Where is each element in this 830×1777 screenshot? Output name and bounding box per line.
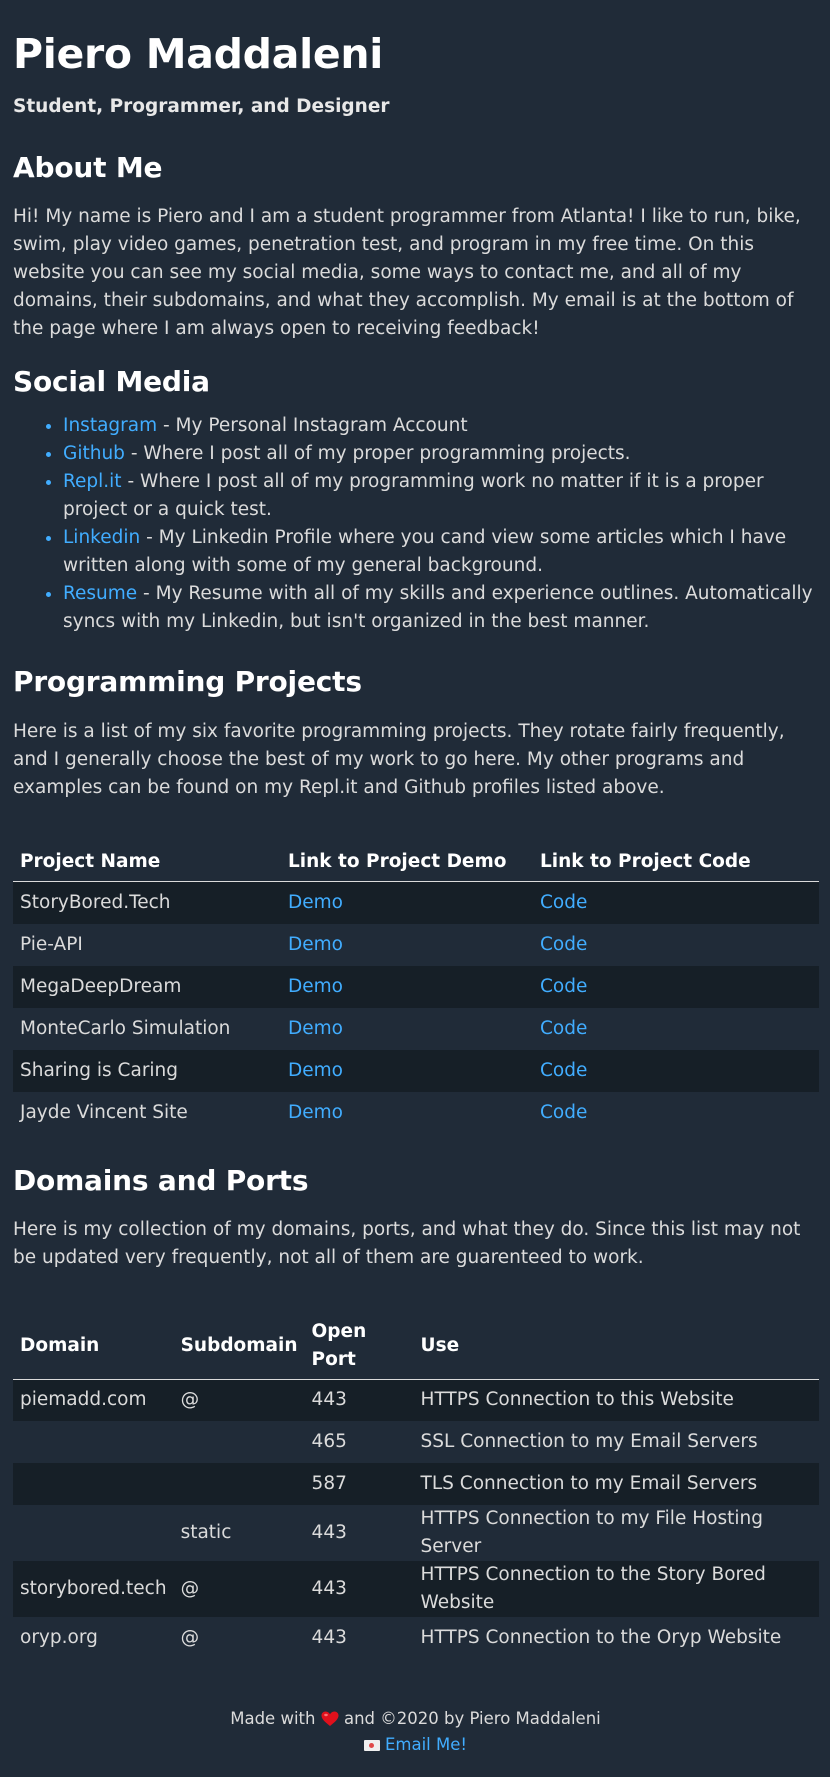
domain-cell — [13, 1421, 174, 1463]
github-link[interactable]: Github — [63, 443, 125, 464]
page-tagline: Student, Programmer, and Designer — [13, 96, 390, 117]
column-header-code: Link to Project Code — [533, 844, 819, 882]
email-link[interactable]: Email Me! — [385, 1735, 467, 1754]
about-text: Hi! My name is Piero and I am a student … — [13, 206, 801, 339]
project-name: Pie-API — [20, 933, 83, 955]
code-link[interactable]: Code — [540, 1102, 587, 1123]
use-cell: HTTPS Connection to the Oryp Website — [420, 1627, 782, 1648]
social-item-github: Github - Where I post all of my proper p… — [63, 440, 818, 468]
projects-heading: Programming Projects — [13, 665, 362, 698]
projects-table: Project Name Link to Project Demo Link t… — [13, 844, 819, 1134]
subdomain-cell: @ — [180, 1627, 200, 1648]
demo-link[interactable]: Demo — [288, 1018, 343, 1039]
domain-cell: oryp.org — [20, 1627, 98, 1648]
domain-cell: storybored.tech — [20, 1578, 167, 1599]
demo-link[interactable]: Demo — [288, 892, 343, 913]
table-row: piemadd.com @ 443 HTTPS Connection to th… — [13, 1379, 819, 1421]
email-line: Email Me! — [13, 1733, 818, 1756]
column-header-port: Open Port — [304, 1313, 414, 1380]
table-row: oryp.org @ 443 HTTPS Connection to the O… — [13, 1617, 819, 1659]
page: Piero Maddaleni Student, Programmer, and… — [0, 0, 830, 1756]
table-row: StoryBored.Tech Demo Code — [13, 881, 819, 924]
subdomain-cell: @ — [180, 1389, 200, 1411]
domain-cell — [13, 1505, 174, 1561]
social-item-desc: - Where I post all of my proper programm… — [124, 443, 631, 464]
table-row: storybored.tech @ 443 HTTPS Connection t… — [13, 1561, 819, 1617]
use-cell: HTTPS Connection to the Story Bored Webs… — [420, 1564, 766, 1613]
port-cell: 443 — [311, 1578, 347, 1599]
domains-heading: Domains and Ports — [13, 1163, 309, 1197]
column-header-subdomain: Subdomain — [173, 1313, 305, 1380]
footer: Made with and ©2020 by Piero Maddaleni E… — [13, 1707, 818, 1756]
social-item-linkedin: Linkedin - My Linkedin Profile where you… — [63, 524, 818, 580]
projects-intro: Here is a list of my six favorite progra… — [13, 721, 785, 798]
social-list: Instagram - My Personal Instagram Accoun… — [13, 412, 818, 636]
linkedin-link[interactable]: Linkedin — [63, 527, 140, 548]
column-header-demo: Link to Project Demo — [281, 844, 533, 882]
social-item-resume: Resume - My Resume with all of my skills… — [63, 580, 818, 636]
table-row: MegaDeepDream Demo Code — [13, 965, 819, 1008]
subdomain-cell: @ — [180, 1578, 200, 1599]
use-cell: SSL Connection to my Email Servers — [420, 1431, 758, 1452]
social-item-desc: - Where I post all of my programming wor… — [63, 471, 764, 520]
code-link[interactable]: Code — [540, 934, 587, 955]
mail-icon — [363, 1740, 380, 1751]
code-link[interactable]: Code — [540, 1060, 587, 1081]
subdomain-cell — [174, 1421, 305, 1463]
port-cell: 443 — [311, 1627, 347, 1648]
page-title: Piero Maddaleni — [13, 30, 384, 78]
port-cell: 443 — [311, 1389, 347, 1411]
subdomain-cell — [174, 1463, 305, 1505]
column-header-use: Use — [413, 1313, 819, 1380]
domains-table: Domain Subdomain Open Port Use piemadd.c… — [13, 1313, 819, 1660]
table-row: 587 TLS Connection to my Email Servers — [13, 1463, 819, 1505]
code-link[interactable]: Code — [540, 1018, 587, 1039]
use-cell: HTTPS Connection to my File Hosting Serv… — [420, 1508, 763, 1557]
social-item-replit: Repl.it - Where I post all of my program… — [63, 468, 818, 524]
demo-link[interactable]: Demo — [288, 1060, 343, 1081]
domains-intro: Here is my collection of my domains, por… — [13, 1218, 801, 1268]
project-name: StoryBored.Tech — [20, 891, 171, 913]
project-name: MonteCarlo Simulation — [20, 1017, 231, 1039]
port-cell: 443 — [311, 1522, 347, 1543]
domain-cell: piemadd.com — [20, 1389, 147, 1411]
demo-link[interactable]: Demo — [288, 934, 343, 955]
code-link[interactable]: Code — [540, 892, 587, 913]
table-row: static 443 HTTPS Connection to my File H… — [13, 1505, 819, 1561]
code-link[interactable]: Code — [540, 976, 587, 997]
footer-copyright: and ©2020 by Piero Maddaleni — [338, 1709, 601, 1728]
social-item-instagram: Instagram - My Personal Instagram Accoun… — [63, 412, 818, 440]
demo-link[interactable]: Demo — [288, 1102, 343, 1123]
replit-link[interactable]: Repl.it — [63, 471, 122, 492]
social-item-desc: - My Resume with all of my skills and ex… — [63, 583, 813, 632]
social-heading: Social Media — [13, 365, 210, 398]
about-heading: About Me — [13, 151, 163, 184]
social-item-desc: - My Linkedin Profile where you cand vie… — [63, 527, 787, 576]
table-row: Sharing is Caring Demo Code — [13, 1049, 819, 1092]
table-row: 465 SSL Connection to my Email Servers — [13, 1421, 819, 1463]
project-name: Jayde Vincent Site — [20, 1101, 188, 1123]
footer-made-with: Made with — [230, 1709, 316, 1728]
domain-cell — [13, 1463, 174, 1505]
table-row: MonteCarlo Simulation Demo Code — [13, 1008, 819, 1050]
subdomain-cell: static — [180, 1522, 232, 1543]
social-item-desc: - My Personal Instagram Account — [157, 415, 468, 436]
footer-credit-line: Made with and ©2020 by Piero Maddaleni — [13, 1707, 818, 1733]
instagram-link[interactable]: Instagram — [63, 415, 157, 436]
column-header-project-name: Project Name — [13, 844, 281, 882]
heart-icon — [321, 1710, 339, 1733]
use-cell: TLS Connection to my Email Servers — [420, 1473, 758, 1494]
projects-header-row: Project Name Link to Project Demo Link t… — [13, 844, 819, 882]
use-cell: HTTPS Connection to this Website — [420, 1389, 734, 1411]
project-name: Sharing is Caring — [20, 1059, 179, 1081]
port-cell: 465 — [311, 1431, 347, 1452]
port-cell: 587 — [311, 1473, 347, 1494]
table-row: Pie-API Demo Code — [13, 924, 819, 966]
column-header-domain: Domain — [13, 1313, 174, 1380]
domains-header-row: Domain Subdomain Open Port Use — [13, 1313, 819, 1380]
table-row: Jayde Vincent Site Demo Code — [13, 1092, 819, 1134]
demo-link[interactable]: Demo — [288, 976, 343, 997]
resume-link[interactable]: Resume — [63, 583, 137, 604]
project-name: MegaDeepDream — [20, 975, 182, 997]
